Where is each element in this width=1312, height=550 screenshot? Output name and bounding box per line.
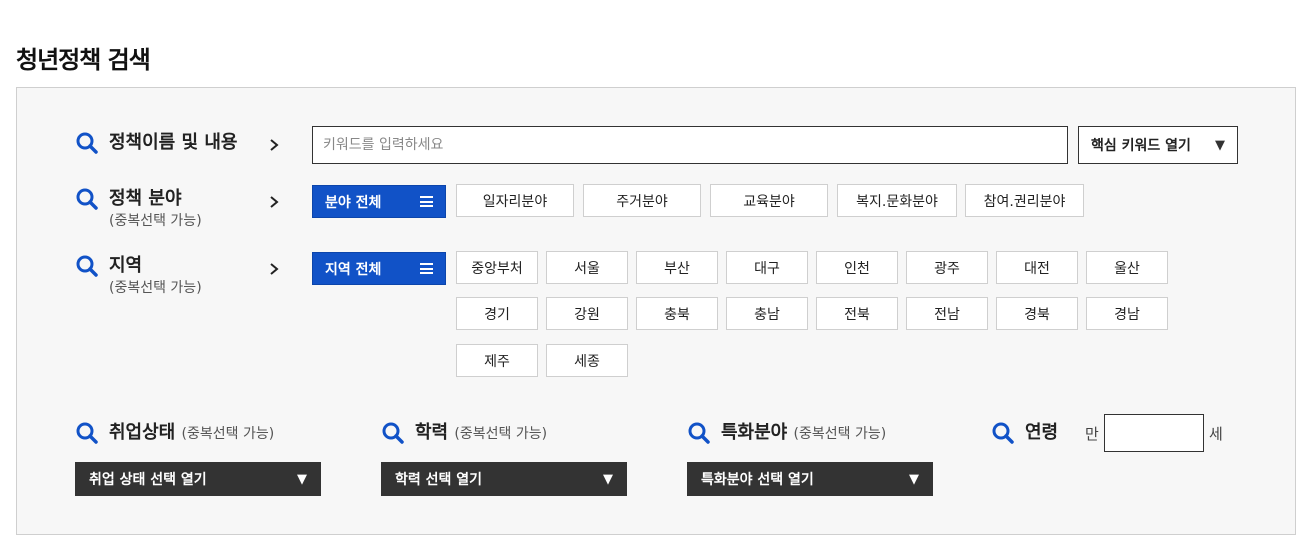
menu-icon bbox=[420, 196, 433, 207]
core-keyword-toggle-label: 핵심 키워드 열기 bbox=[1091, 138, 1191, 154]
employment-select-label: 취업 상태 선택 열기 bbox=[89, 472, 207, 488]
search-icon bbox=[76, 255, 98, 277]
age-prefix: 만 bbox=[1085, 425, 1099, 443]
region-option[interactable]: 경남 bbox=[1086, 297, 1168, 330]
special-select[interactable]: 특화분야 선택 열기 ▼ bbox=[687, 462, 933, 496]
menu-icon bbox=[420, 263, 433, 274]
region-option[interactable]: 경북 bbox=[996, 297, 1078, 330]
education-select-label: 학력 선택 열기 bbox=[395, 472, 483, 488]
age-suffix: 세 bbox=[1209, 425, 1223, 443]
region-option[interactable]: 충남 bbox=[726, 297, 808, 330]
region-option[interactable]: 전남 bbox=[906, 297, 988, 330]
keyword-input[interactable] bbox=[312, 126, 1068, 164]
field-option[interactable]: 교육분야 bbox=[710, 184, 828, 217]
field-label-sub: (중복선택 가능) bbox=[109, 213, 202, 229]
region-option[interactable]: 울산 bbox=[1086, 251, 1168, 284]
special-label: 특화분야 (중복선택 가능) bbox=[687, 420, 886, 447]
special-label-text: 특화분야 bbox=[721, 422, 788, 443]
page-title: 청년정책 검색 bbox=[16, 46, 151, 74]
employment-label: 취업상태 (중복선택 가능) bbox=[75, 420, 274, 447]
triangle-down-icon: ▼ bbox=[1215, 137, 1225, 153]
age-input[interactable] bbox=[1104, 414, 1204, 452]
region-option[interactable]: 서울 bbox=[546, 251, 628, 284]
core-keyword-toggle[interactable]: 핵심 키워드 열기 ▼ bbox=[1078, 126, 1238, 164]
field-all-button[interactable]: 분야 전체 bbox=[312, 185, 446, 218]
search-icon bbox=[76, 188, 98, 210]
triangle-down-icon: ▼ bbox=[297, 471, 307, 487]
region-option[interactable]: 대구 bbox=[726, 251, 808, 284]
education-label: 학력 (중복선택 가능) bbox=[381, 420, 547, 447]
region-option[interactable]: 광주 bbox=[906, 251, 988, 284]
region-all-label: 지역 전체 bbox=[325, 261, 382, 278]
region-option[interactable]: 중앙부처 bbox=[456, 251, 538, 284]
region-option[interactable]: 제주 bbox=[456, 344, 538, 377]
special-select-label: 특화분야 선택 열기 bbox=[701, 472, 814, 488]
search-icon bbox=[688, 422, 710, 444]
region-label-text: 지역 bbox=[109, 255, 143, 276]
region-option[interactable]: 경기 bbox=[456, 297, 538, 330]
region-option[interactable]: 전북 bbox=[816, 297, 898, 330]
region-option[interactable]: 부산 bbox=[636, 251, 718, 284]
search-panel: 정책이름 및 내용 핵심 키워드 열기 ▼ 정책 분야 (중복선택 가능) 분야… bbox=[16, 87, 1296, 535]
special-label-sub: (중복선택 가능) bbox=[793, 426, 887, 442]
education-label-sub: (중복선택 가능) bbox=[454, 426, 548, 442]
region-option[interactable]: 세종 bbox=[546, 344, 628, 377]
field-all-label: 분야 전체 bbox=[325, 194, 382, 211]
employment-select[interactable]: 취업 상태 선택 열기 ▼ bbox=[75, 462, 321, 496]
search-icon bbox=[76, 422, 98, 444]
field-option[interactable]: 주거분야 bbox=[583, 184, 701, 217]
chevron-right-icon bbox=[270, 196, 279, 208]
triangle-down-icon: ▼ bbox=[909, 471, 919, 487]
region-label: 지역 (중복선택 가능) bbox=[75, 253, 202, 297]
age-label: 연령 bbox=[991, 420, 1058, 446]
region-option[interactable]: 강원 bbox=[546, 297, 628, 330]
employment-label-text: 취업상태 bbox=[109, 422, 176, 443]
keyword-label-text: 정책이름 및 내용 bbox=[109, 132, 238, 153]
age-label-text: 연령 bbox=[1025, 422, 1059, 443]
triangle-down-icon: ▼ bbox=[603, 471, 613, 487]
education-label-text: 학력 bbox=[415, 422, 449, 443]
region-label-sub: (중복선택 가능) bbox=[109, 280, 202, 296]
employment-label-sub: (중복선택 가능) bbox=[181, 426, 275, 442]
search-icon bbox=[76, 132, 98, 154]
field-label: 정책 분야 (중복선택 가능) bbox=[75, 186, 202, 230]
chevron-right-icon bbox=[270, 263, 279, 275]
search-icon bbox=[992, 422, 1014, 444]
chevron-right-icon bbox=[270, 139, 279, 151]
region-option[interactable]: 인천 bbox=[816, 251, 898, 284]
keyword-label: 정책이름 및 내용 bbox=[75, 130, 237, 156]
region-all-button[interactable]: 지역 전체 bbox=[312, 252, 446, 285]
field-option[interactable]: 복지.문화분야 bbox=[837, 184, 957, 217]
region-option[interactable]: 충북 bbox=[636, 297, 718, 330]
field-option[interactable]: 일자리분야 bbox=[456, 184, 574, 217]
region-option[interactable]: 대전 bbox=[996, 251, 1078, 284]
education-select[interactable]: 학력 선택 열기 ▼ bbox=[381, 462, 627, 496]
field-label-text: 정책 분야 bbox=[109, 188, 182, 209]
search-icon bbox=[382, 422, 404, 444]
field-option[interactable]: 참여.권리분야 bbox=[965, 184, 1084, 217]
